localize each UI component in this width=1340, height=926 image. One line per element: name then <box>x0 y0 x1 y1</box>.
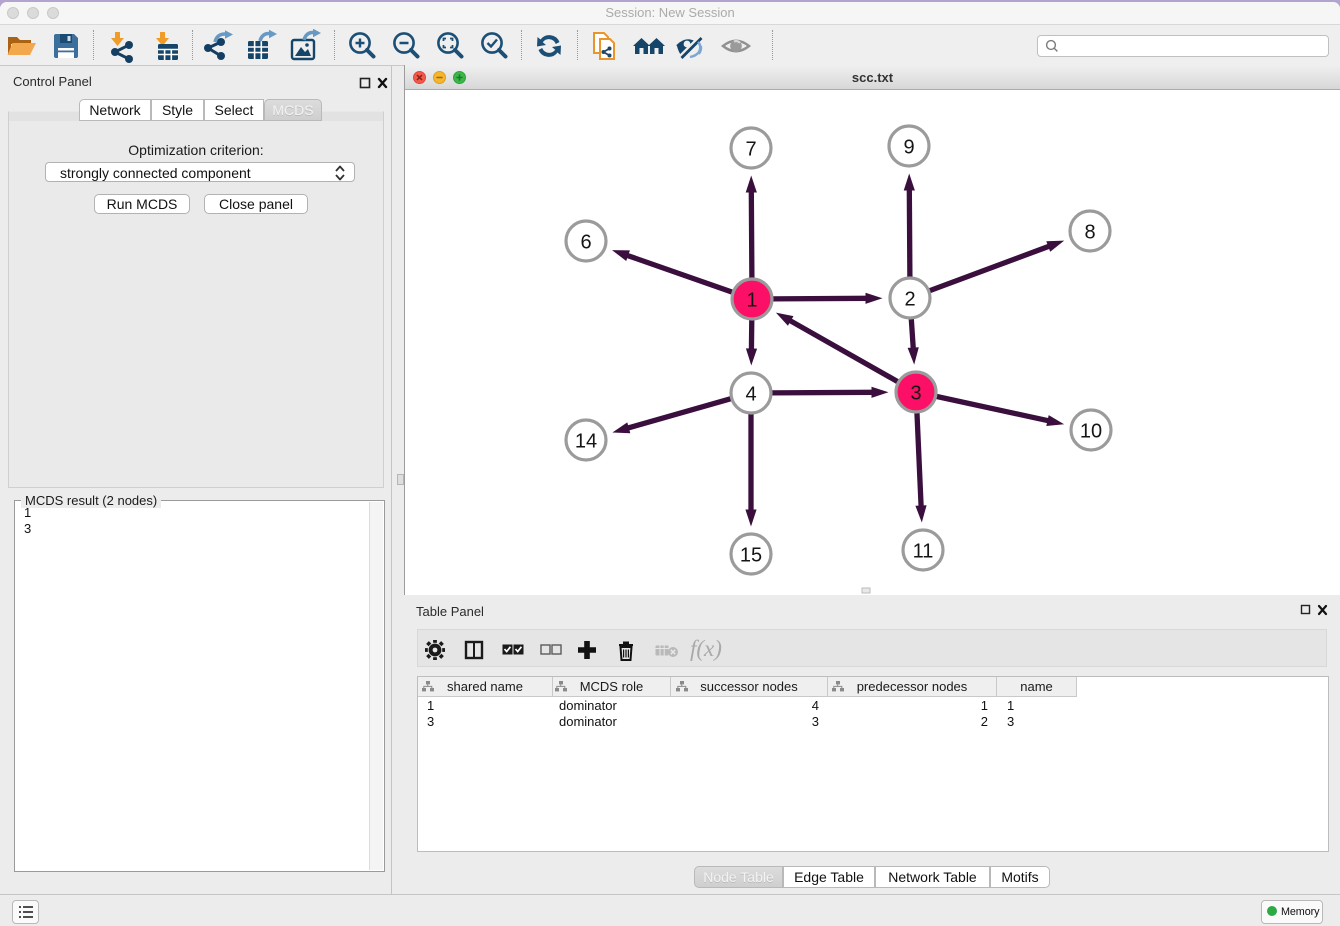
svg-text:11: 11 <box>913 541 934 563</box>
svg-text:10: 10 <box>1080 421 1102 443</box>
svg-text:1: 1 <box>746 290 757 312</box>
svg-text:9: 9 <box>903 137 914 159</box>
svg-text:2: 2 <box>904 289 915 311</box>
svg-text:3: 3 <box>910 383 921 405</box>
svg-text:8: 8 <box>1084 222 1095 244</box>
svg-text:6: 6 <box>580 232 591 254</box>
svg-text:14: 14 <box>575 431 597 453</box>
svg-text:4: 4 <box>745 384 756 406</box>
svg-text:15: 15 <box>740 545 762 567</box>
svg-text:7: 7 <box>745 139 756 161</box>
